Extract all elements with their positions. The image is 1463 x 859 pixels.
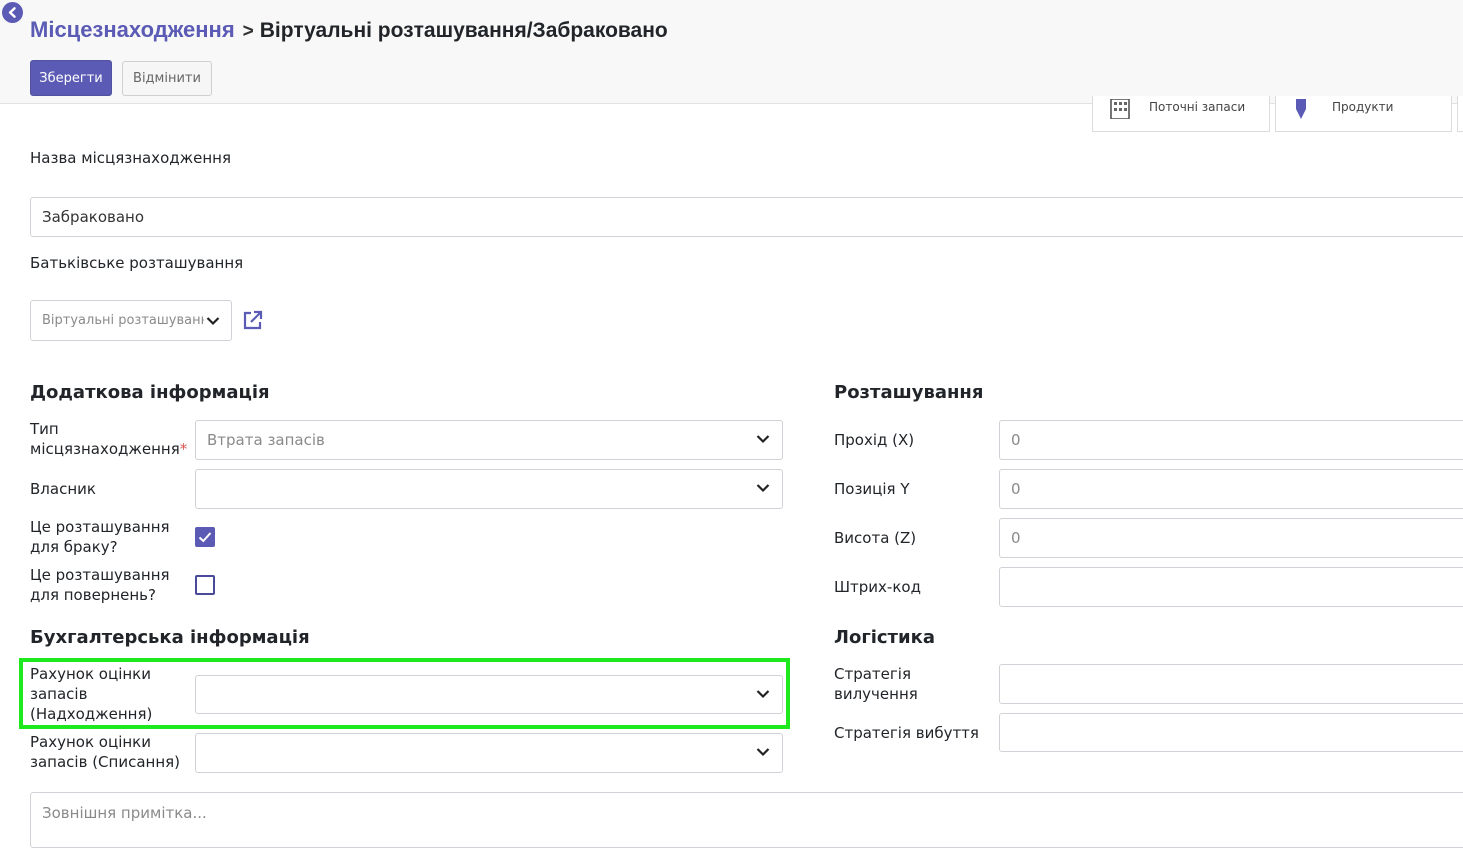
breadcrumb-separator: > xyxy=(242,21,254,42)
discard-button[interactable]: Відмінити xyxy=(122,61,212,96)
back-button[interactable] xyxy=(2,2,23,23)
removal-strategy-label-line1: Стратегія xyxy=(834,665,911,683)
building-icon xyxy=(1110,99,1130,119)
scrap-location-label-line2: для браку? xyxy=(30,538,118,556)
required-mark: * xyxy=(179,440,188,458)
section-title-logistics: Логістика xyxy=(834,627,935,648)
external-note-textarea[interactable]: Зовнішня примітка... xyxy=(30,792,1463,848)
section-title-additional-info: Додаткова інформація xyxy=(30,382,270,403)
checkmark-icon xyxy=(198,532,212,543)
stock-valuation-out-label-line2: запасів (Списання) xyxy=(30,753,180,771)
tag-icon xyxy=(1296,99,1306,119)
scrap-location-label: Це розташування для браку? xyxy=(30,517,170,557)
smart-button-current-stock[interactable]: Поточні запаси xyxy=(1092,96,1270,132)
location-name-value: Забраковано xyxy=(42,208,145,226)
chevron-down-icon xyxy=(756,748,770,757)
stock-valuation-in-select[interactable] xyxy=(195,675,783,714)
removal-strategy-label-line2: вилучення xyxy=(834,685,918,703)
location-type-label-line2: місцязнаходження xyxy=(30,440,180,458)
parent-location-value: Віртуальні розташуванн xyxy=(42,313,204,328)
chevron-down-icon xyxy=(756,690,770,699)
external-note-placeholder: Зовнішня примітка... xyxy=(42,804,207,822)
stock-valuation-in-label: Рахунок оцінки запасів (Надходження) xyxy=(30,664,152,724)
smart-button-products[interactable]: Продукти xyxy=(1275,96,1452,132)
corridor-x-label: Прохід (X) xyxy=(834,431,915,449)
control-panel: Місцезнаходження > Віртуальні розташування… xyxy=(0,0,1463,104)
barcode-label: Штрих-код xyxy=(834,578,921,596)
smart-button-label: Продукти xyxy=(1332,100,1394,114)
stock-valuation-in-label-line1: Рахунок оцінки xyxy=(30,665,151,683)
stock-valuation-in-label-line3: (Надходження) xyxy=(30,705,153,723)
stock-valuation-out-label: Рахунок оцінки запасів (Списання) xyxy=(30,732,180,772)
breadcrumb-parent-link[interactable]: Місцезнаходження xyxy=(30,17,235,42)
smart-button-label: Поточні запаси xyxy=(1149,100,1246,114)
location-type-select[interactable]: Втрата запасів xyxy=(195,420,783,460)
position-y-input[interactable]: 0 xyxy=(999,469,1463,509)
chevron-down-icon xyxy=(756,484,770,493)
return-location-checkbox[interactable] xyxy=(195,575,215,595)
location-type-label: Тип місцязнаходження* xyxy=(30,419,187,459)
position-y-value: 0 xyxy=(1011,480,1021,498)
location-type-label-line1: Тип xyxy=(30,420,59,438)
location-name-input[interactable]: Забраковано xyxy=(30,197,1463,237)
scrap-location-checkbox[interactable] xyxy=(195,527,215,547)
page-title: Віртуальні розташування/Забраковано xyxy=(259,19,668,42)
return-location-label: Це розташування для повернень? xyxy=(30,565,170,605)
location-type-value: Втрата запасів xyxy=(207,431,325,449)
save-button[interactable]: Зберегти xyxy=(30,60,112,96)
parent-location-label: Батьківське розташування xyxy=(30,254,244,272)
corridor-x-value: 0 xyxy=(1011,431,1021,449)
breadcrumb: Місцезнаходження > Віртуальні розташування… xyxy=(30,17,668,43)
putaway-strategy-label: Стратегія вибуття xyxy=(834,724,979,742)
height-z-input[interactable]: 0 xyxy=(999,518,1463,558)
position-y-label: Позиція Y xyxy=(834,480,910,498)
stock-valuation-in-label-line2: запасів xyxy=(30,685,88,703)
return-location-label-line1: Це розташування xyxy=(30,566,170,584)
stock-valuation-out-select[interactable] xyxy=(195,733,783,773)
removal-strategy-select[interactable] xyxy=(999,664,1463,704)
section-title-localization: Розташування xyxy=(834,382,984,403)
location-name-label: Назва місцязнаходження xyxy=(30,149,231,167)
owner-label: Власник xyxy=(30,480,96,498)
return-location-label-line2: для повернень? xyxy=(30,586,156,604)
external-link-icon[interactable] xyxy=(242,310,263,331)
parent-location-select[interactable]: Віртуальні розташуванн xyxy=(30,300,232,341)
corridor-x-input[interactable]: 0 xyxy=(999,420,1463,460)
putaway-strategy-select[interactable] xyxy=(999,713,1463,752)
height-z-label: Висота (Z) xyxy=(834,529,917,547)
removal-strategy-label: Стратегія вилучення xyxy=(834,664,918,704)
height-z-value: 0 xyxy=(1011,529,1021,547)
chevron-left-icon xyxy=(8,7,16,18)
stock-valuation-out-label-line1: Рахунок оцінки xyxy=(30,733,151,751)
chevron-down-icon xyxy=(756,435,770,444)
owner-select[interactable] xyxy=(195,469,783,509)
scrap-location-label-line1: Це розташування xyxy=(30,518,170,536)
section-title-accounting-info: Бухгалтерська інформація xyxy=(30,627,310,648)
barcode-input[interactable] xyxy=(999,567,1463,607)
chevron-down-icon xyxy=(206,317,220,326)
smart-button-more[interactable] xyxy=(1457,96,1463,132)
